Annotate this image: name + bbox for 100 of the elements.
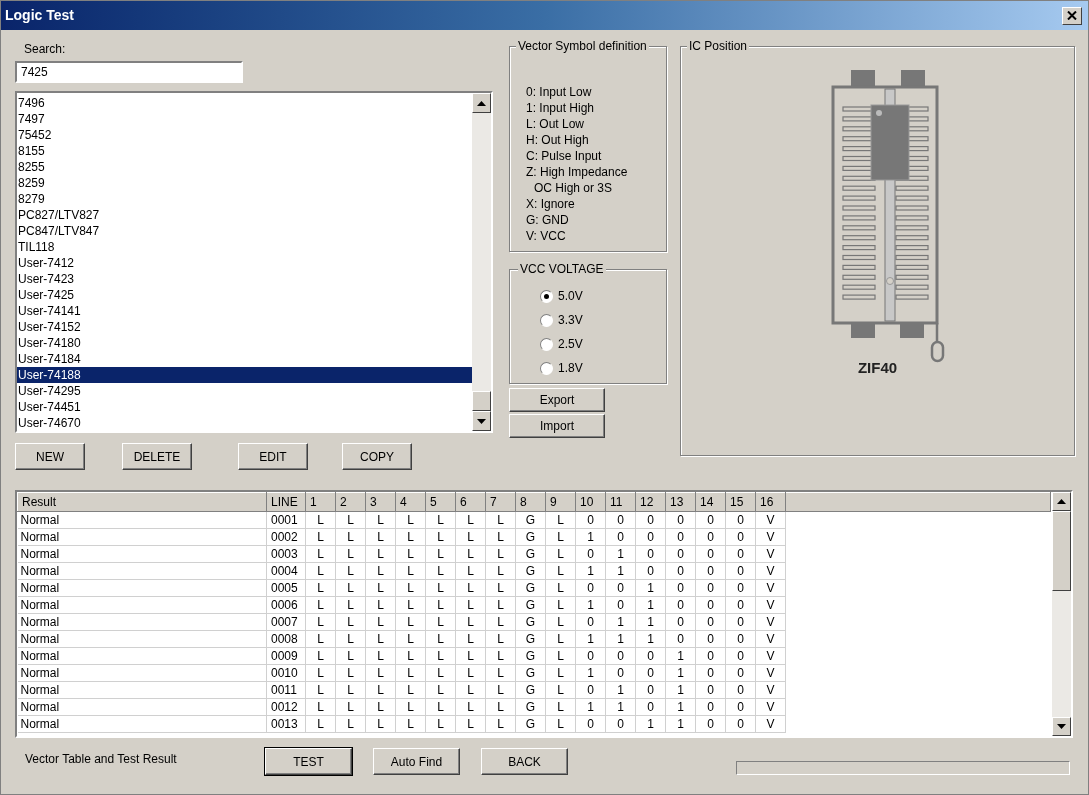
pin-cell: L: [455, 511, 486, 529]
column-header[interactable]: 3: [365, 492, 396, 512]
column-header[interactable]: 8: [515, 492, 546, 512]
window-title: Logic Test: [5, 6, 74, 25]
action-button[interactable]: EDIT: [238, 443, 308, 470]
pin-cell: L: [455, 562, 486, 580]
pin-cell: 0: [695, 613, 726, 631]
list-item[interactable]: User-74152: [17, 319, 472, 335]
scroll-thumb[interactable]: [1052, 511, 1071, 591]
close-button[interactable]: [1062, 6, 1082, 25]
pin-cell: L: [455, 664, 486, 682]
column-header[interactable]: 9: [545, 492, 576, 512]
column-header[interactable]: 1: [305, 492, 336, 512]
search-field[interactable]: 7425: [15, 61, 243, 83]
result-cell: Normal: [17, 715, 267, 733]
radio-button[interactable]: [540, 289, 553, 303]
scrollbar[interactable]: [1052, 492, 1071, 736]
pin-cell: V: [755, 647, 786, 665]
list-item[interactable]: 75452: [17, 127, 472, 143]
pin-cell: G: [515, 562, 546, 580]
column-header[interactable]: 14: [695, 492, 726, 512]
pin-cell: 0: [725, 511, 756, 529]
pin-cell: G: [515, 698, 546, 716]
column-header[interactable]: 7: [485, 492, 516, 512]
list-item[interactable]: 7497: [17, 111, 472, 127]
scroll-up-button[interactable]: [472, 93, 491, 113]
pin-cell: G: [515, 664, 546, 682]
pin-cell: L: [485, 698, 516, 716]
list-item[interactable]: User-74184: [17, 351, 472, 367]
pin-cell: L: [305, 630, 336, 648]
list-item[interactable]: User-7425: [17, 287, 472, 303]
radio-label[interactable]: 2.5V: [558, 335, 583, 353]
scroll-thumb[interactable]: [472, 391, 491, 411]
list-item[interactable]: User-74180: [17, 335, 472, 351]
scrollbar[interactable]: [472, 93, 491, 431]
pin-cell: L: [305, 715, 336, 733]
pin-cell: L: [395, 698, 426, 716]
radio-button[interactable]: [540, 313, 553, 327]
column-header[interactable]: 4: [395, 492, 426, 512]
result-cell: Normal: [17, 579, 267, 597]
pin-cell: L: [305, 579, 336, 597]
pin-cell: 0: [695, 579, 726, 597]
radio-button[interactable]: [540, 337, 553, 351]
radio-label[interactable]: 1.8V: [558, 359, 583, 377]
action-button[interactable]: DELETE: [122, 443, 192, 470]
column-header[interactable]: 5: [425, 492, 456, 512]
list-item[interactable]: User-74670: [17, 415, 472, 431]
list-item[interactable]: User-74451: [17, 399, 472, 415]
action-button[interactable]: NEW: [15, 443, 85, 470]
column-header[interactable]: 2: [335, 492, 366, 512]
pin-cell: 1: [635, 596, 666, 614]
scroll-down-button[interactable]: [472, 411, 491, 431]
column-header[interactable]: 6: [455, 492, 486, 512]
list-item[interactable]: 8279: [17, 191, 472, 207]
list-item[interactable]: PC847/LTV847: [17, 223, 472, 239]
radio-label[interactable]: 3.3V: [558, 311, 583, 329]
column-header[interactable]: 10: [575, 492, 606, 512]
column-header[interactable]: Result: [17, 492, 267, 512]
pin-cell: L: [365, 562, 396, 580]
radio-label[interactable]: 5.0V: [558, 287, 583, 305]
action-button[interactable]: Auto Find: [373, 748, 460, 775]
action-button[interactable]: Export: [509, 388, 605, 412]
list-item[interactable]: 8255: [17, 159, 472, 175]
column-header[interactable]: 12: [635, 492, 666, 512]
pin-cell: L: [545, 545, 576, 563]
scroll-down-button[interactable]: [1052, 717, 1071, 736]
column-header[interactable]: LINE: [266, 492, 306, 512]
list-item[interactable]: 8155: [17, 143, 472, 159]
list-item[interactable]: PC827/LTV827: [17, 207, 472, 223]
pin-cell: 0: [725, 545, 756, 563]
column-header[interactable]: 13: [665, 492, 696, 512]
list-item[interactable]: User-7412: [17, 255, 472, 271]
action-button[interactable]: BACK: [481, 748, 568, 775]
list-item[interactable]: 8259: [17, 175, 472, 191]
pin-cell: L: [485, 511, 516, 529]
pin-cell: 0: [605, 528, 636, 546]
pin-cell: 0: [695, 664, 726, 682]
action-button[interactable]: Import: [509, 414, 605, 438]
scroll-up-button[interactable]: [1052, 492, 1071, 511]
list-item[interactable]: User-74295: [17, 383, 472, 399]
pin-cell: L: [395, 613, 426, 631]
pin-cell: L: [365, 664, 396, 682]
pin-cell: 0: [635, 528, 666, 546]
list-item[interactable]: User-74141: [17, 303, 472, 319]
list-item[interactable]: 7496: [17, 95, 472, 111]
list-item[interactable]: User-7423: [17, 271, 472, 287]
pin-cell: L: [485, 562, 516, 580]
pin-cell: L: [545, 664, 576, 682]
pin-cell: 1: [635, 579, 666, 597]
column-header[interactable]: 16: [755, 492, 786, 512]
socket-label: ZIF40: [857, 358, 898, 378]
close-icon: [1067, 11, 1077, 20]
column-header[interactable]: 11: [605, 492, 636, 512]
column-header[interactable]: 15: [725, 492, 756, 512]
list-item[interactable]: TIL118: [17, 239, 472, 255]
radio-button[interactable]: [540, 361, 553, 375]
pin-cell: 0: [725, 579, 756, 597]
action-button[interactable]: TEST: [265, 748, 352, 775]
action-button[interactable]: COPY: [342, 443, 412, 470]
list-item[interactable]: User-74188: [17, 367, 472, 383]
